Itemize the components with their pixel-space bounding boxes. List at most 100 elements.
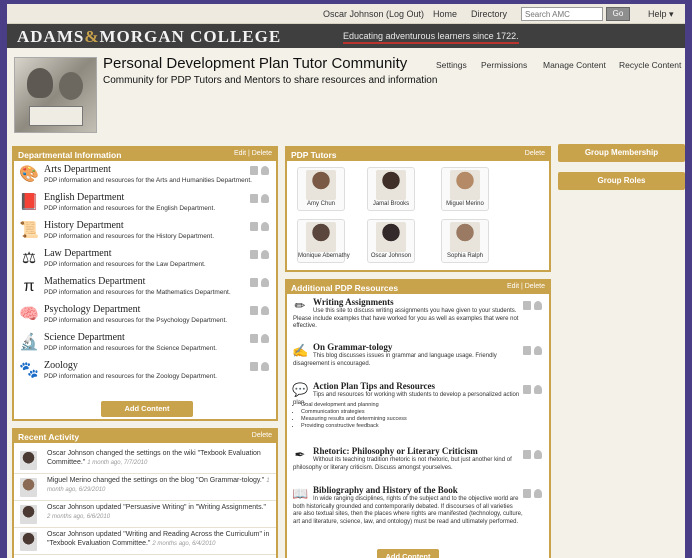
delete-icon[interactable] xyxy=(523,346,531,355)
resource-bullets: Goal development and planningCommunicati… xyxy=(301,402,407,430)
panel-actions[interactable]: Delete xyxy=(252,432,272,439)
delete-icon[interactable] xyxy=(523,301,531,310)
settings-link[interactable]: Settings xyxy=(436,60,467,70)
tutor-card[interactable]: Sophia Ralph xyxy=(441,219,489,263)
department-item[interactable]: 📕 English Department PDP information and r… xyxy=(14,190,276,218)
tutor-name[interactable]: Sophia Ralph xyxy=(442,253,488,259)
delete-icon[interactable] xyxy=(250,278,258,287)
tutor-name[interactable]: Monique Abernathy xyxy=(298,253,350,259)
tutor-card[interactable]: Miguel Merino xyxy=(441,167,489,211)
tutor-photo[interactable] xyxy=(306,170,336,200)
tutor-photo[interactable] xyxy=(376,222,406,252)
panel-actions[interactable]: Delete xyxy=(525,150,545,157)
resource-name[interactable]: Bibliography and History of the Book xyxy=(313,485,458,495)
directory-link[interactable]: Directory xyxy=(471,9,507,19)
edit-icon[interactable] xyxy=(261,194,269,203)
search-go-button[interactable]: Go xyxy=(606,7,630,21)
college-banner: ADAMS&MORGAN COLLEGE Educating adventuro… xyxy=(7,24,685,48)
department-item[interactable]: 📜 History Department PDP information and r… xyxy=(14,218,276,246)
delete-icon[interactable] xyxy=(250,250,258,259)
resource-item[interactable]: ✒ Rhetoric: Philosophy or Literary Critic… xyxy=(287,446,549,482)
delete-icon[interactable] xyxy=(523,489,531,498)
department-name[interactable]: English Department xyxy=(44,192,124,203)
edit-icon[interactable] xyxy=(261,334,269,343)
delete-icon[interactable] xyxy=(523,385,531,394)
manage-content-link[interactable]: Manage Content xyxy=(543,60,606,70)
department-item[interactable]: 🐾 Zoology PDP information and resources fo… xyxy=(14,358,276,386)
panel-actions[interactable]: Edit | Delete xyxy=(507,283,545,290)
department-name[interactable]: Mathematics Department xyxy=(44,276,145,287)
community-header: Personal Development Plan Tutor Communit… xyxy=(7,48,685,146)
edit-icon[interactable] xyxy=(261,362,269,371)
activity-item[interactable]: Oscar Johnson updated "Writing and Readi… xyxy=(14,528,276,555)
permissions-link[interactable]: Permissions xyxy=(481,60,527,70)
edit-icon[interactable] xyxy=(534,385,542,394)
tutor-photo[interactable] xyxy=(306,222,336,252)
user-logout-link[interactable]: Oscar Johnson (Log Out) xyxy=(323,9,424,19)
resource-name[interactable]: Writing Assignments xyxy=(313,297,394,307)
department-name[interactable]: Science Department xyxy=(44,332,125,343)
department-name[interactable]: History Department xyxy=(44,220,124,231)
tutor-card[interactable]: Jamal Brooks xyxy=(367,167,415,211)
delete-icon[interactable] xyxy=(250,194,258,203)
tutor-card[interactable]: Amy Chun xyxy=(297,167,345,211)
tutor-photo[interactable] xyxy=(376,170,406,200)
edit-icon[interactable] xyxy=(534,450,542,459)
tutor-card[interactable]: Monique Abernathy xyxy=(297,219,350,263)
college-logo[interactable]: ADAMS&MORGAN COLLEGE xyxy=(17,27,281,47)
panel-actions[interactable]: Edit | Delete xyxy=(234,150,272,157)
resource-item[interactable]: ✍ On Grammar-tology This blog discusses is… xyxy=(287,342,549,378)
resource-item[interactable]: ✏ Writing Assignments Use this site to dis… xyxy=(287,297,549,339)
department-item[interactable]: 🎨 Arts Department PDP information and reso… xyxy=(14,162,276,190)
tutor-photo[interactable] xyxy=(450,170,480,200)
panel-header: Recent Activity Delete xyxy=(14,430,276,443)
item-tools xyxy=(523,450,543,459)
edit-icon[interactable] xyxy=(261,250,269,259)
resource-name[interactable]: Action Plan Tips and Resources xyxy=(313,381,435,391)
department-item[interactable]: ⚖ Law Department PDP information and resou… xyxy=(14,246,276,274)
edit-icon[interactable] xyxy=(261,278,269,287)
tutor-name[interactable]: Miguel Merino xyxy=(442,201,488,207)
edit-icon[interactable] xyxy=(261,306,269,315)
resource-item[interactable]: 📖 Bibliography and History of the Book In … xyxy=(287,485,549,557)
delete-icon[interactable] xyxy=(250,222,258,231)
activity-item[interactable]: Oscar Johnson updated "Persuasive Writin… xyxy=(14,501,276,528)
tutor-name[interactable]: Amy Chun xyxy=(298,201,344,207)
tutor-name[interactable]: Jamal Brooks xyxy=(368,201,414,207)
activity-item[interactable]: Oscar Johnson changed the settings on th… xyxy=(14,447,276,474)
delete-icon[interactable] xyxy=(250,334,258,343)
recycle-content-link[interactable]: Recycle Content xyxy=(619,60,681,70)
help-menu[interactable]: Help ▾ xyxy=(648,9,674,20)
edit-icon[interactable] xyxy=(534,489,542,498)
tutor-photo[interactable] xyxy=(450,222,480,252)
item-tools xyxy=(523,301,543,310)
department-name[interactable]: Zoology xyxy=(44,360,78,371)
department-item[interactable]: 🔬 Science Department PDP information and r… xyxy=(14,330,276,358)
edit-icon[interactable] xyxy=(534,346,542,355)
tutor-name[interactable]: Oscar Johnson xyxy=(368,253,414,259)
department-name[interactable]: Law Department xyxy=(44,248,111,259)
add-content-button[interactable]: Add Content xyxy=(377,549,439,558)
department-item[interactable]: 🧠 Psychology Department PDP information an… xyxy=(14,302,276,330)
delete-icon[interactable] xyxy=(250,362,258,371)
resource-name[interactable]: On Grammar-tology xyxy=(313,342,392,352)
edit-icon[interactable] xyxy=(534,301,542,310)
edit-icon[interactable] xyxy=(261,222,269,231)
department-item[interactable]: π Mathematics Department PDP information a… xyxy=(14,274,276,302)
add-content-button[interactable]: Add Content xyxy=(101,401,193,417)
activity-item[interactable]: Miguel Merino changed the settings on th… xyxy=(14,474,276,501)
tutor-card[interactable]: Oscar Johnson xyxy=(367,219,415,263)
department-name[interactable]: Arts Department xyxy=(44,164,111,175)
group-membership-button[interactable]: Group Membership xyxy=(558,144,685,162)
delete-icon[interactable] xyxy=(523,450,531,459)
home-link[interactable]: Home xyxy=(433,9,457,19)
group-roles-button[interactable]: Group Roles xyxy=(558,172,685,190)
resource-name[interactable]: Rhetoric: Philosophy or Literary Critici… xyxy=(313,446,478,456)
department-description: PDP information and resources for the Ma… xyxy=(44,289,231,296)
delete-icon[interactable] xyxy=(250,166,258,175)
resource-item[interactable]: 💬 Action Plan Tips and Resources Tips and … xyxy=(287,381,549,443)
delete-icon[interactable] xyxy=(250,306,258,315)
search-input[interactable] xyxy=(521,7,603,21)
edit-icon[interactable] xyxy=(261,166,269,175)
department-name[interactable]: Psychology Department xyxy=(44,304,140,315)
